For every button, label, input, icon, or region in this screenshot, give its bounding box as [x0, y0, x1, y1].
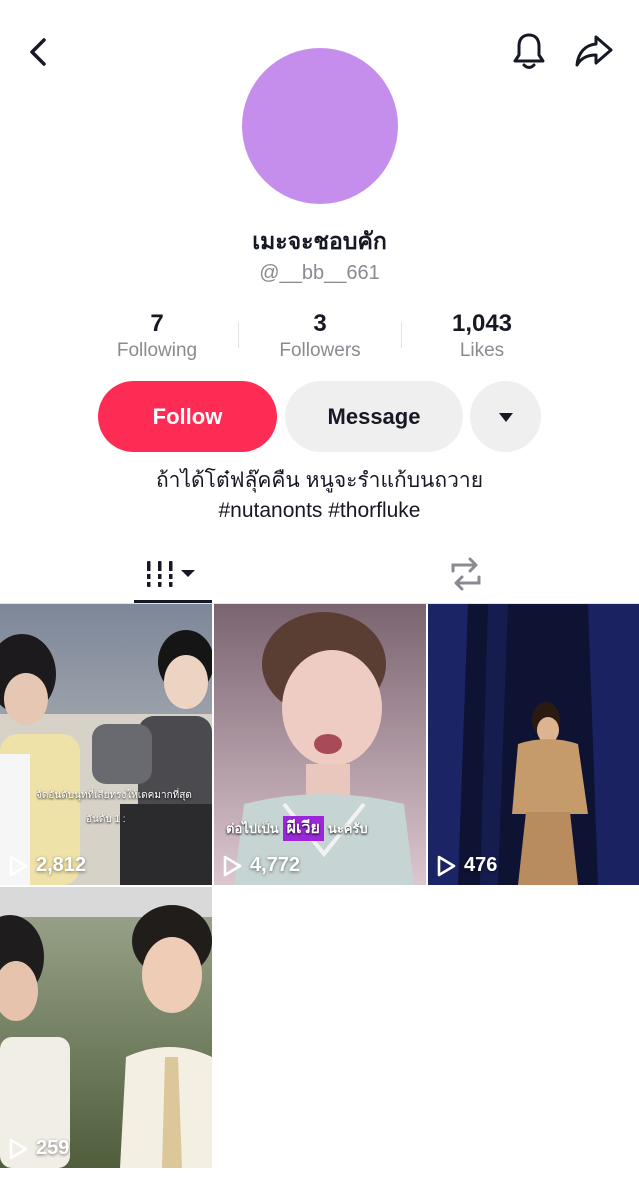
video-caption: ต่อไปเป็น: [226, 821, 279, 836]
share-button[interactable]: [572, 28, 616, 74]
repost-icon: [451, 557, 481, 591]
view-count-value: 2,812: [36, 854, 87, 876]
stat-likes-value: 1,043: [451, 310, 513, 337]
play-icon: [437, 855, 456, 876]
chevron-left-icon: [30, 38, 46, 66]
view-count-value: 259: [36, 1137, 70, 1159]
follow-button[interactable]: Follow: [98, 381, 277, 452]
video-thumbnail: [428, 604, 639, 885]
video-thumbnail: [0, 604, 212, 885]
stat-divider: [401, 322, 402, 348]
video-tile[interactable]: 476: [428, 604, 639, 885]
stat-likes: 1,043 Likes: [407, 310, 557, 364]
stat-followers-label: Followers: [279, 340, 361, 361]
view-count: 476: [436, 854, 497, 877]
view-count: 2,812: [8, 854, 86, 877]
stat-divider: [238, 322, 239, 348]
grid-videos-icon: [144, 561, 195, 587]
message-button[interactable]: Message: [285, 381, 463, 452]
bell-icon: [513, 33, 545, 69]
video-caption-line: ต่อไปเป็น ผีเวีย นะครับ: [226, 816, 368, 841]
stat-likes-label: Likes: [459, 340, 505, 361]
bio-text: ถ้าได้โต๋ฟลุ๊คคืน หนูจะรำแก้บนถวาย: [155, 469, 484, 492]
video-tile[interactable]: ต่อไปเป็น ผีเวีย นะครับ 4,772: [214, 604, 426, 885]
video-thumbnail: [214, 604, 426, 885]
video-caption: จัดอันดับนุทที่เสียทรงให้เดคมากที่สุด: [36, 790, 192, 801]
back-button[interactable]: [18, 30, 58, 74]
tab-reposts[interactable]: [430, 545, 502, 603]
view-count-value: 4,772: [250, 854, 301, 876]
notification-button[interactable]: [508, 28, 550, 74]
stat-followers-value: 3: [313, 310, 327, 337]
more-options-button[interactable]: [470, 381, 541, 452]
username: @__bb__661: [259, 262, 380, 284]
display-name: เมะจะชอบคัก: [252, 228, 387, 254]
avatar[interactable]: [242, 48, 398, 204]
video-tile[interactable]: 259: [0, 887, 212, 1168]
share-arrow-icon: [575, 35, 613, 67]
view-count: 259: [8, 1137, 69, 1160]
video-caption-highlight: ผีเวีย: [282, 816, 324, 841]
view-count-value: 476: [464, 854, 498, 876]
video-caption: อันดับ 1 :: [86, 814, 126, 825]
play-icon: [9, 855, 28, 876]
play-icon: [223, 855, 242, 876]
stat-following[interactable]: 7 Following: [82, 310, 232, 364]
video-tile[interactable]: จัดอันดับนุทที่เสียทรงให้เดคมากที่สุด อั…: [0, 604, 212, 885]
stat-following-label: Following: [116, 340, 198, 361]
view-count: 4,772: [222, 854, 300, 877]
bio-hashtags[interactable]: #nutanonts #thorfluke: [0, 496, 639, 526]
stat-following-value: 7: [150, 310, 164, 337]
play-icon: [9, 1138, 28, 1159]
stat-followers[interactable]: 3 Followers: [245, 310, 395, 364]
video-caption: นะครับ: [327, 821, 368, 836]
video-thumbnail: [0, 887, 212, 1168]
caret-down-icon: [498, 412, 513, 422]
tab-videos[interactable]: [134, 545, 212, 603]
